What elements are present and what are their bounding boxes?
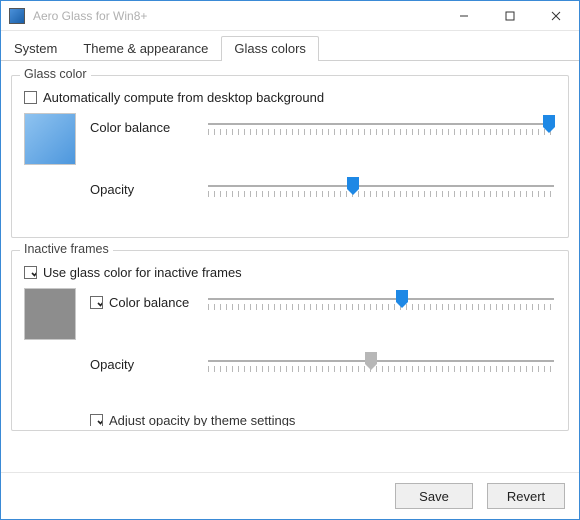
close-button[interactable]: [533, 1, 579, 31]
tab-system[interactable]: System: [1, 36, 70, 61]
slider-thumb[interactable]: [396, 290, 408, 306]
slider-thumb[interactable]: [365, 352, 377, 368]
glass-color-balance-row: Color balance: [24, 113, 556, 165]
glass-opacity-slider[interactable]: [206, 175, 556, 203]
tab-content: Glass color Automatically compute from d…: [1, 61, 579, 472]
auto-compute-label: Automatically compute from desktop backg…: [43, 90, 324, 105]
slider-track: [208, 185, 554, 187]
use-glass-row[interactable]: Use glass color for inactive frames: [24, 265, 556, 280]
tabstrip: System Theme & appearance Glass colors: [1, 31, 579, 61]
glass-color-swatch[interactable]: [24, 113, 76, 165]
inactive-color-balance-row: Color balance: [24, 288, 556, 340]
auto-compute-row[interactable]: Automatically compute from desktop backg…: [24, 90, 556, 105]
adjust-opacity-row[interactable]: Adjust opacity by theme settings: [90, 414, 556, 426]
tab-glass-colors[interactable]: Glass colors: [221, 36, 319, 61]
slider-ticks: [208, 366, 554, 372]
use-glass-checkbox[interactable]: [24, 266, 37, 279]
revert-button[interactable]: Revert: [487, 483, 565, 509]
slider-thumb[interactable]: [347, 177, 359, 193]
adjust-opacity-checkbox[interactable]: [90, 414, 103, 426]
client-area: System Theme & appearance Glass colors G…: [1, 31, 579, 519]
window-title: Aero Glass for Win8+: [33, 9, 441, 23]
group-inactive-frames-legend: Inactive frames: [20, 242, 113, 256]
save-button[interactable]: Save: [395, 483, 473, 509]
minimize-icon: [459, 11, 469, 21]
auto-compute-checkbox[interactable]: [24, 91, 37, 104]
glass-opacity-label: Opacity: [90, 182, 200, 197]
close-icon: [551, 11, 561, 21]
inactive-color-balance-slider[interactable]: [206, 288, 556, 316]
titlebar[interactable]: Aero Glass for Win8+: [1, 1, 579, 31]
inactive-color-balance-checkbox[interactable]: [90, 296, 103, 309]
app-icon: [9, 8, 25, 24]
window-frame: Aero Glass for Win8+ System Theme & appe…: [0, 0, 580, 520]
minimize-button[interactable]: [441, 1, 487, 31]
group-glass-color: Glass color Automatically compute from d…: [11, 75, 569, 238]
inactive-opacity-row: Opacity: [24, 350, 556, 402]
inactive-color-balance-label: Color balance: [90, 295, 200, 310]
inactive-color-balance-text: Color balance: [109, 295, 189, 310]
scroll-area[interactable]: Glass color Automatically compute from d…: [11, 69, 569, 464]
slider-thumb[interactable]: [543, 115, 555, 131]
slider-track: [208, 360, 554, 362]
glass-color-balance-slider[interactable]: [206, 113, 556, 141]
slider-ticks: [208, 304, 554, 310]
slider-ticks: [208, 191, 554, 197]
inactive-opacity-slider[interactable]: [206, 350, 556, 378]
slider-ticks: [208, 129, 554, 135]
glass-color-balance-label: Color balance: [90, 120, 200, 135]
tab-theme-appearance[interactable]: Theme & appearance: [70, 36, 221, 61]
adjust-opacity-label: Adjust opacity by theme settings: [109, 414, 295, 426]
glass-opacity-row: Opacity: [24, 175, 556, 227]
inactive-opacity-label: Opacity: [90, 357, 200, 372]
group-inactive-frames: Inactive frames Use glass color for inac…: [11, 250, 569, 431]
slider-track: [208, 123, 554, 125]
maximize-icon: [505, 11, 515, 21]
group-glass-color-legend: Glass color: [20, 69, 91, 81]
slider-track: [208, 298, 554, 300]
footer: Save Revert: [1, 472, 579, 519]
maximize-button[interactable]: [487, 1, 533, 31]
use-glass-label: Use glass color for inactive frames: [43, 265, 242, 280]
inactive-color-swatch[interactable]: [24, 288, 76, 340]
